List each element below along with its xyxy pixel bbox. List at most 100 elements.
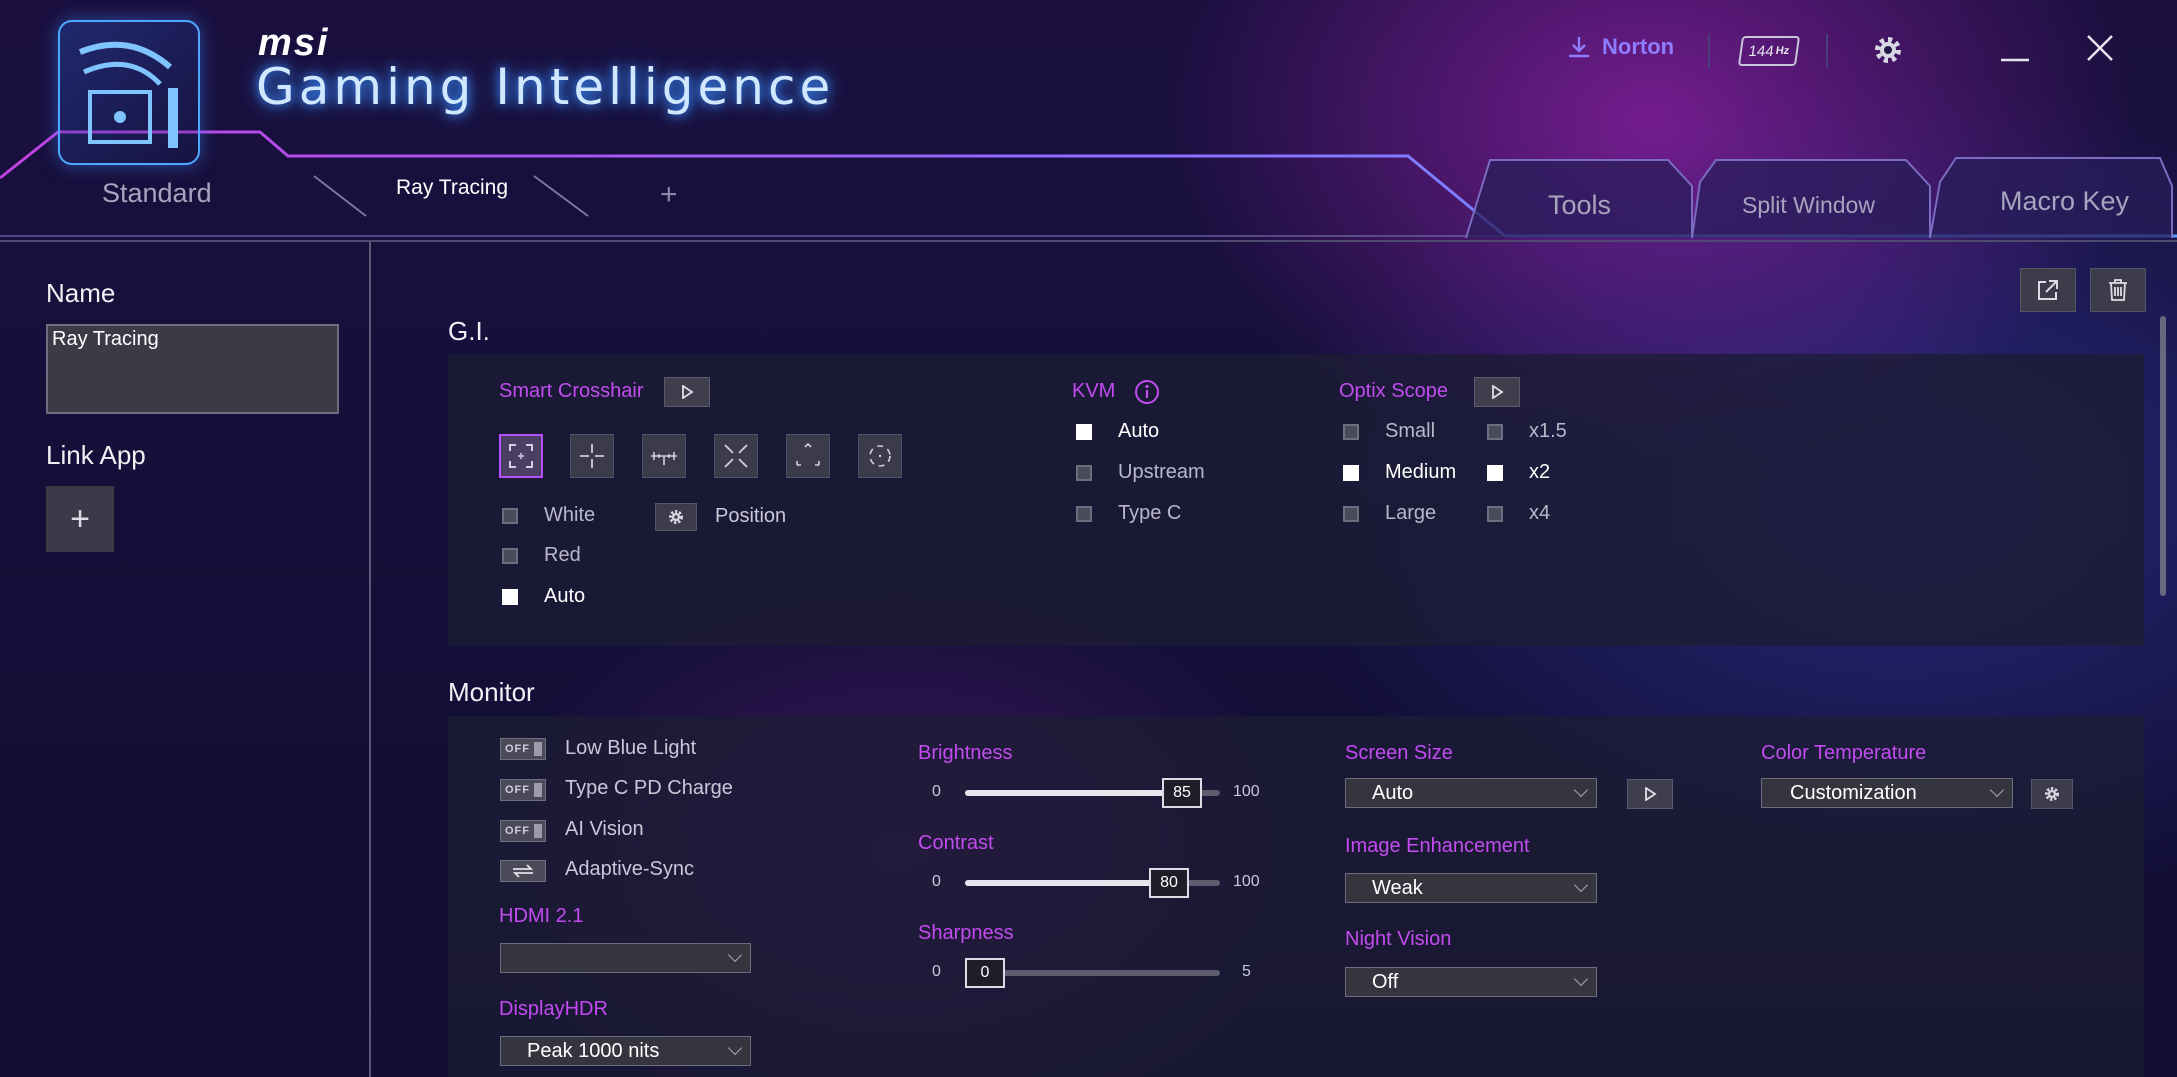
title-bar: msi Gaming Intelligence Norton 144 Hz St…: [0, 0, 2177, 240]
option-label: Small: [1385, 420, 1436, 442]
optix-scope-label: Optix Scope: [1339, 380, 1448, 402]
checkbox[interactable]: [1487, 505, 1503, 522]
profile-name-input[interactable]: [46, 324, 339, 414]
smart-crosshair-label: Smart Crosshair: [499, 380, 644, 402]
link-app-label: Link App: [46, 440, 146, 470]
sharpness-min: 0: [932, 963, 941, 980]
crosshair-style-1-button[interactable]: [499, 434, 543, 478]
crosshair-style-6-button[interactable]: [858, 434, 902, 478]
option-label: Auto: [544, 585, 586, 607]
tab-ray-tracing[interactable]: Ray Tracing: [396, 176, 508, 200]
header-divider: [1708, 34, 1710, 68]
select-value: Customization: [1790, 781, 1917, 804]
select-value: Auto: [1372, 781, 1414, 804]
sharpness-max: 5: [1242, 963, 1251, 980]
minimize-button[interactable]: [1995, 30, 2035, 70]
play-icon: [682, 385, 694, 399]
refresh-rate-badge[interactable]: 144 Hz: [1737, 36, 1801, 66]
optix-zoom-x1-5[interactable]: x1.5: [1487, 420, 1567, 443]
monitor-panel: [448, 716, 2144, 1077]
header-divider: [1826, 34, 1828, 68]
header-rule: [0, 240, 2177, 242]
checkbox[interactable]: [1343, 423, 1359, 440]
play-icon: [1645, 787, 1657, 801]
color-temperature-select[interactable]: Customization: [1761, 778, 2013, 808]
export-button[interactable]: [2020, 268, 2076, 312]
norton-button[interactable]: Norton: [1566, 34, 1674, 60]
smart-crosshair-preview-button[interactable]: [664, 377, 710, 407]
image-enhancement-select[interactable]: Weak: [1345, 873, 1597, 903]
screen-size-preview-button[interactable]: [1627, 779, 1673, 809]
kvm-option-upstream[interactable]: Upstream: [1076, 461, 1205, 484]
screen-size-select[interactable]: Auto: [1345, 778, 1597, 808]
display-hdr-label: DisplayHDR: [499, 998, 608, 1020]
info-icon[interactable]: [1134, 379, 1160, 405]
checkbox[interactable]: [1343, 505, 1359, 522]
ai-vision-toggle[interactable]: OFF: [500, 820, 546, 842]
name-label: Name: [46, 278, 116, 308]
option-label: Auto: [1118, 420, 1160, 442]
crosshair-position-settings-button[interactable]: [655, 503, 697, 531]
color-temperature-settings-button[interactable]: [2031, 779, 2073, 809]
checkbox[interactable]: [502, 547, 518, 564]
optix-scope-preview-button[interactable]: [1474, 377, 1520, 407]
contrast-slider[interactable]: 80: [965, 868, 1220, 898]
option-label: Red: [544, 544, 581, 566]
night-vision-label: Night Vision: [1345, 928, 1452, 950]
adaptive-sync-label: Adaptive-Sync: [565, 858, 694, 880]
crosshair-horizontal-icon: [651, 452, 677, 465]
crosshair-color-white[interactable]: White: [502, 504, 595, 527]
ai-vision-label: AI Vision: [565, 818, 644, 840]
chevron-down-icon: [727, 1040, 743, 1056]
checkbox[interactable]: [502, 507, 518, 524]
checkbox[interactable]: [502, 588, 518, 605]
crosshair-style-3-button[interactable]: [642, 434, 686, 478]
optix-zoom-x4[interactable]: x4: [1487, 502, 1550, 525]
optix-size-large[interactable]: Large: [1343, 502, 1436, 525]
checkbox[interactable]: [1076, 464, 1092, 481]
checkbox[interactable]: [1076, 505, 1092, 522]
optix-size-medium[interactable]: Medium: [1343, 461, 1456, 484]
crosshair-style-5-button[interactable]: [786, 434, 830, 478]
add-profile-tab-button[interactable]: +: [660, 178, 678, 212]
select-value: Peak 1000 nits: [527, 1039, 660, 1062]
delete-button[interactable]: [2090, 268, 2146, 312]
checkbox[interactable]: [1076, 423, 1092, 440]
slider-thumb[interactable]: 0: [965, 958, 1005, 988]
optix-zoom-x2[interactable]: x2: [1487, 461, 1550, 484]
close-button[interactable]: [2080, 28, 2120, 68]
type-c-pd-charge-toggle[interactable]: OFF: [500, 779, 546, 801]
close-icon: [2087, 35, 2113, 61]
sharpness-slider[interactable]: 0: [965, 958, 1220, 988]
settings-button[interactable]: [1868, 30, 1908, 70]
tab-standard[interactable]: Standard: [102, 178, 212, 209]
add-link-app-button[interactable]: +: [46, 486, 114, 552]
checkbox[interactable]: [1343, 464, 1359, 481]
crosshair-color-red[interactable]: Red: [502, 544, 581, 567]
option-label: Type C: [1118, 502, 1182, 524]
crosshair-style-2-button[interactable]: [570, 434, 614, 478]
hdmi-select[interactable]: [500, 943, 751, 973]
low-blue-light-toggle[interactable]: OFF: [500, 738, 546, 760]
option-label: x1.5: [1529, 420, 1567, 442]
kvm-option-type-c[interactable]: Type C: [1076, 502, 1181, 525]
night-vision-select[interactable]: Off: [1345, 967, 1597, 997]
checkbox[interactable]: [1487, 464, 1503, 481]
slider-thumb[interactable]: 80: [1149, 868, 1189, 898]
screen-size-label: Screen Size: [1345, 742, 1453, 764]
tab-split-window[interactable]: Split Window: [1742, 192, 1875, 219]
crosshair-color-auto[interactable]: Auto: [502, 585, 585, 608]
display-hdr-select[interactable]: Peak 1000 nits: [500, 1036, 751, 1066]
monitor-section-title: Monitor: [448, 677, 535, 707]
slider-thumb[interactable]: 85: [1162, 778, 1202, 808]
crosshair-style-4-button[interactable]: [714, 434, 758, 478]
checkbox[interactable]: [1487, 423, 1503, 440]
tab-tools[interactable]: Tools: [1548, 190, 1611, 221]
tab-macro-key[interactable]: Macro Key: [2000, 186, 2129, 217]
vertical-scrollbar[interactable]: [2160, 316, 2166, 596]
adaptive-sync-toggle[interactable]: [500, 860, 546, 882]
chevron-down-icon: [1573, 971, 1589, 987]
kvm-option-auto[interactable]: Auto: [1076, 420, 1159, 443]
optix-size-small[interactable]: Small: [1343, 420, 1435, 443]
brightness-slider[interactable]: 85: [965, 778, 1220, 808]
